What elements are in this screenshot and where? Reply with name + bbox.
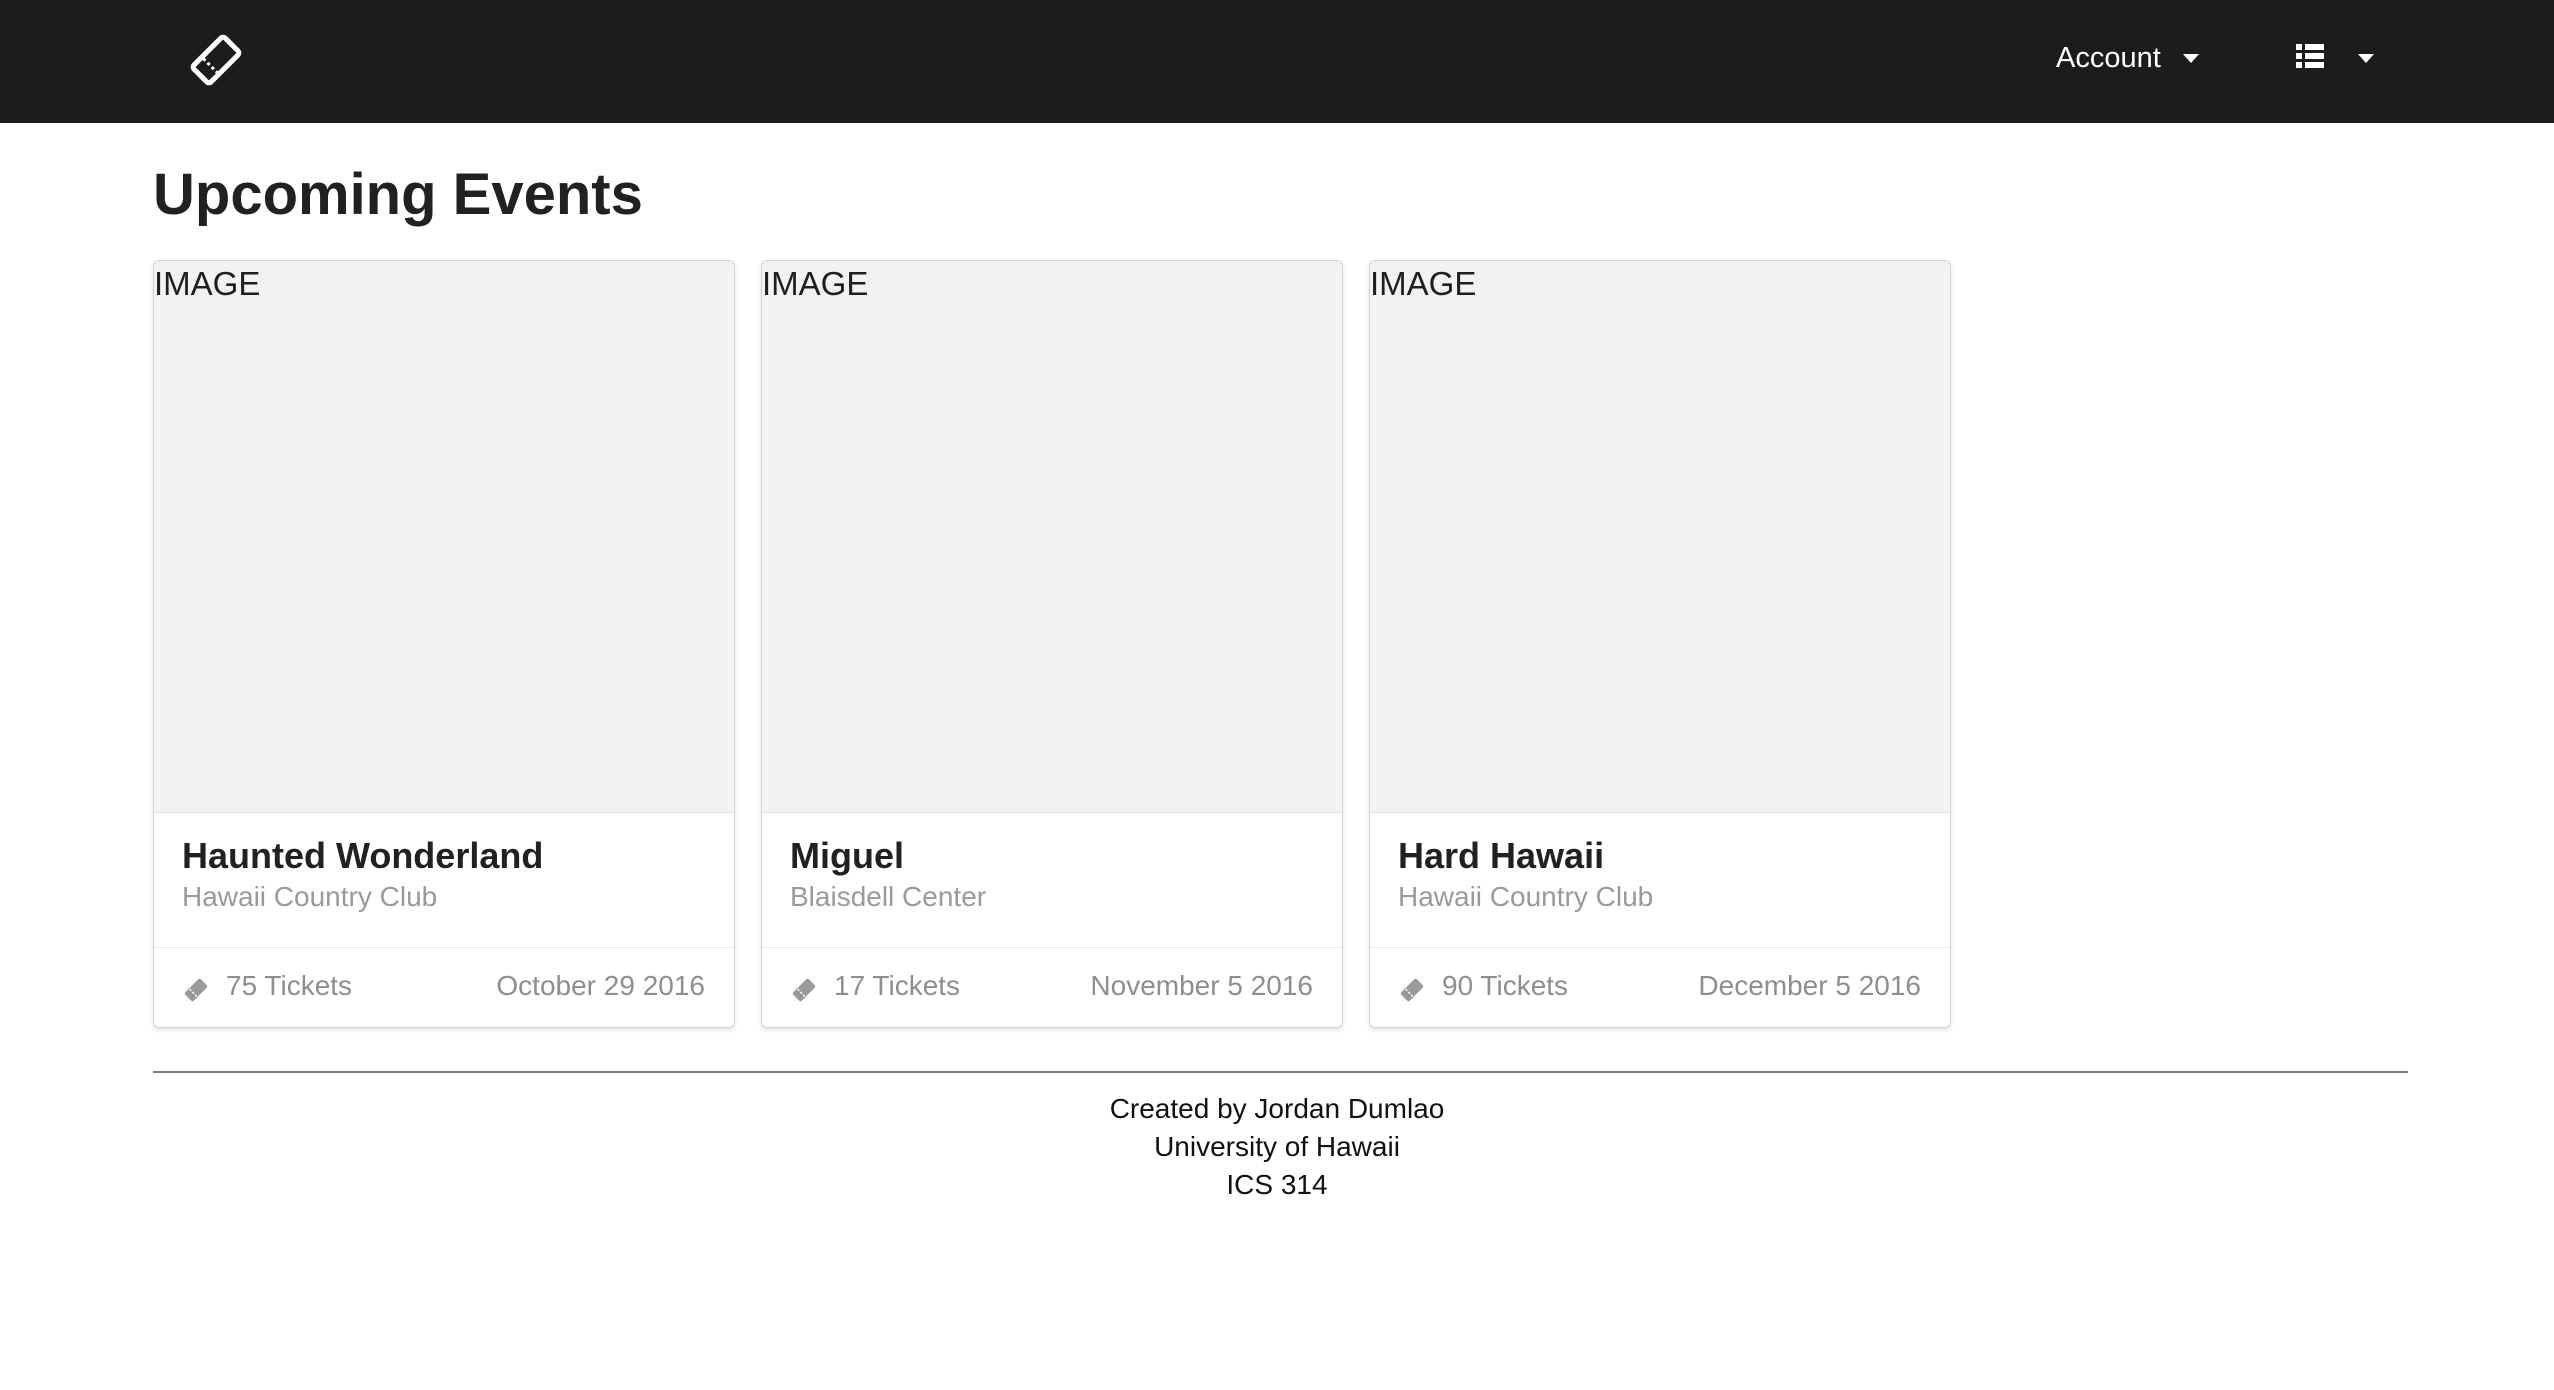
event-card[interactable]: IMAGE Miguel Blaisdell Center 17 Tickets… bbox=[761, 260, 1343, 1028]
ticket-icon bbox=[1398, 976, 1426, 1004]
event-card-footer: 75 Tickets October 29 2016 bbox=[154, 947, 734, 1027]
image-label: IMAGE bbox=[762, 265, 869, 302]
footer-university: University of Hawaii bbox=[1154, 1131, 1400, 1162]
ticket-count: 17 Tickets bbox=[834, 970, 961, 1001]
event-name: Miguel bbox=[790, 835, 904, 876]
page-title: Upcoming Events bbox=[153, 162, 643, 227]
event-date: November 5 2016 bbox=[1090, 970, 1313, 1001]
list-icon bbox=[2296, 43, 2324, 74]
ticket-count: 90 Tickets bbox=[1442, 970, 1569, 1001]
caret-down-icon bbox=[2182, 53, 2199, 63]
event-name: Haunted Wonderland bbox=[182, 835, 544, 876]
event-name: Hard Hawaii bbox=[1398, 835, 1605, 876]
ticket-icon bbox=[790, 976, 818, 1004]
event-card[interactable]: IMAGE Hard Hawaii Hawaii Country Club 90… bbox=[1369, 260, 1951, 1028]
event-venue: Hawaii Country Club bbox=[1398, 881, 1654, 912]
ticket-count: 75 Tickets bbox=[226, 970, 353, 1001]
event-image-placeholder: IMAGE bbox=[154, 261, 734, 813]
account-dropdown[interactable]: Account bbox=[2056, 36, 2199, 80]
event-card[interactable]: IMAGE Haunted Wonderland Hawaii Country … bbox=[153, 260, 735, 1028]
account-label: Account bbox=[2056, 41, 2161, 74]
page-footer: Created by Jordan Dumlao University of H… bbox=[0, 1090, 2554, 1204]
event-image-placeholder: IMAGE bbox=[1370, 261, 1950, 813]
ticket-icon bbox=[182, 976, 210, 1004]
footer-credit: Created by Jordan Dumlao bbox=[1109, 1093, 1445, 1124]
event-venue: Hawaii Country Club bbox=[182, 881, 438, 912]
event-venue: Blaisdell Center bbox=[790, 881, 987, 912]
list-menu-dropdown[interactable] bbox=[2296, 40, 2374, 76]
image-label: IMAGE bbox=[154, 265, 261, 302]
event-date: December 5 2016 bbox=[1698, 970, 1921, 1001]
event-card-footer: 90 Tickets December 5 2016 bbox=[1370, 947, 1950, 1027]
image-label: IMAGE bbox=[1370, 265, 1477, 302]
ticket-logo-icon[interactable] bbox=[186, 30, 246, 90]
caret-down-icon bbox=[2358, 53, 2374, 63]
event-date: October 29 2016 bbox=[496, 970, 705, 1001]
footer-course: ICS 314 bbox=[1226, 1169, 1328, 1200]
event-card-footer: 17 Tickets November 5 2016 bbox=[762, 947, 1342, 1027]
footer-divider bbox=[153, 1071, 2408, 1073]
event-image-placeholder: IMAGE bbox=[762, 261, 1342, 813]
top-navbar: Account bbox=[0, 0, 2554, 123]
